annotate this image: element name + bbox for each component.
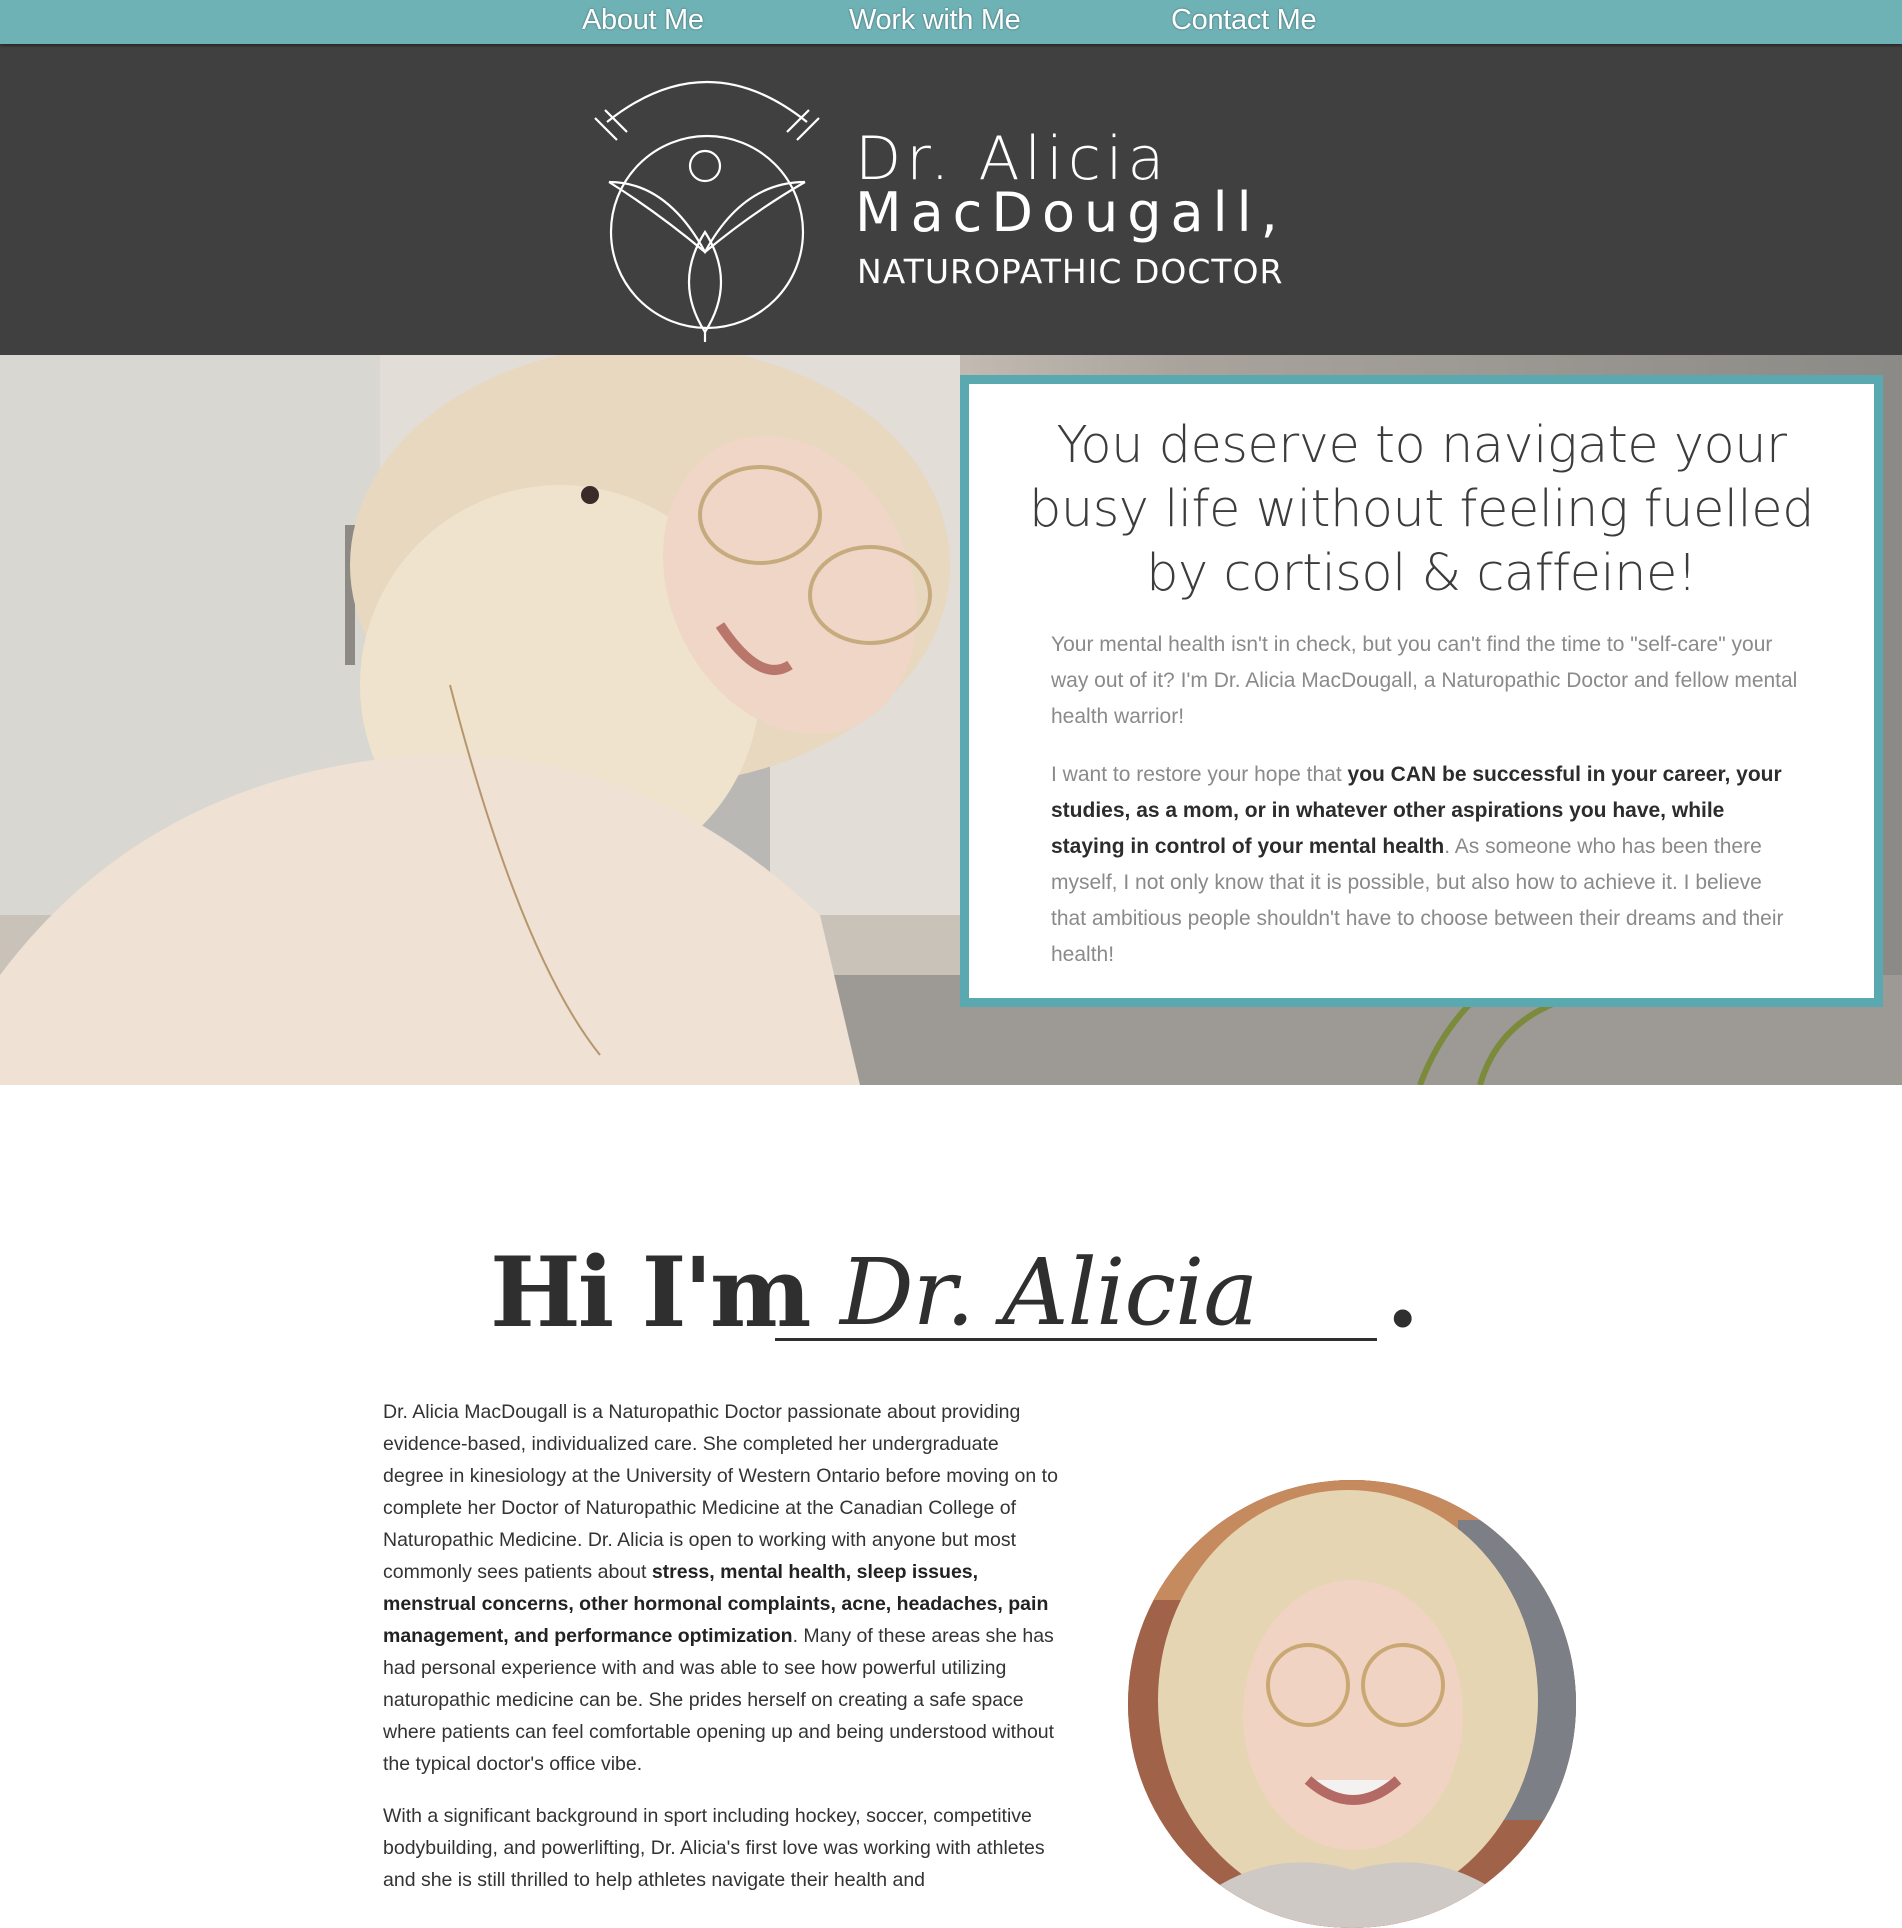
nav-work-with-me[interactable]: Work with Me [849,4,1021,37]
hero-intro-text: Your mental health isn't in check, but y… [1051,633,1798,728]
about-bio-text: Dr. Alicia MacDougall is a Naturopathic … [383,1396,1063,1780]
hero-card: You deserve to navigate your busy life w… [960,375,1883,1007]
lotus-figure-icon[interactable] [587,62,827,342]
about-heading-period: . [1386,1236,1420,1349]
heading-underline [775,1338,1377,1341]
about-heading-name: Dr. Alicia [840,1239,1258,1346]
hero-section: You deserve to navigate your busy life w… [0,355,1902,1085]
nav-about-me[interactable]: About Me [582,4,704,37]
nav-contact-me[interactable]: Contact Me [1171,4,1317,37]
about-sport-text: With a significant background in sport i… [383,1805,1045,1891]
portrait-photo [1128,1480,1576,1928]
about-heading: Hi I'm Dr. Alicia . [490,1238,1420,1348]
hero-hope-text: I want to restore your hope that you CAN… [1051,757,1801,973]
portrait-image [1128,1480,1576,1928]
hero-hope-lead: I want to restore your hope that [1051,763,1348,786]
about-bio-tail: . Many of these areas she has had person… [383,1625,1055,1775]
logo-tagline: NATUROPATHIC DOCTOR [857,252,1284,291]
site-header: Dr. Alicia MacDougall, NATUROPATHIC DOCT… [0,44,1902,355]
top-nav: About Me Work with Me Contact Me [0,0,1902,44]
hero-heading: You deserve to navigate your busy life w… [1029,416,1814,603]
logo-name-line2: MacDougall, [855,181,1287,244]
about-heading-prefix: Hi I'm [490,1236,811,1349]
about-bio-lead: Dr. Alicia MacDougall is a Naturopathic … [383,1401,1058,1583]
